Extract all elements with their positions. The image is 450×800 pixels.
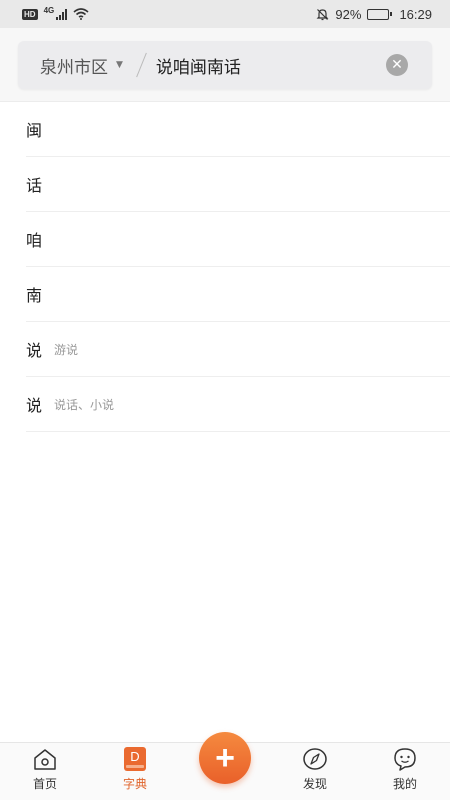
caret-down-icon: ▼	[116, 60, 123, 70]
tab-label: 字典	[122, 777, 147, 791]
battery-icon	[367, 8, 393, 20]
list-item[interactable]: 说 说话、小说	[26, 377, 450, 432]
result-char: 话	[26, 176, 43, 195]
region-selector[interactable]: 泉州市区 ▼	[18, 41, 123, 89]
list-item[interactable]: 闽	[26, 102, 450, 157]
result-char: 说	[26, 396, 43, 415]
status-right: 92% 16:29	[316, 7, 432, 22]
search-header: 泉州市区 ▼ 说咱闽南话 ✕	[0, 28, 450, 102]
result-char: 闽	[26, 121, 43, 140]
bell-off-icon	[316, 8, 329, 20]
list-item[interactable]: 咱	[26, 212, 450, 267]
home-icon	[34, 749, 56, 770]
tab-add[interactable]: +	[180, 732, 270, 800]
hd-badge: HD	[22, 8, 38, 20]
tab-home[interactable]: 首页	[0, 742, 90, 800]
face-icon	[394, 748, 416, 771]
tab-label: 发现	[302, 777, 327, 791]
result-char: 南	[26, 286, 43, 305]
clear-icon[interactable]: ✕	[386, 54, 408, 76]
result-char: 说	[26, 341, 43, 360]
result-char: 咱	[26, 231, 43, 250]
battery-percent: 92%	[335, 6, 362, 22]
compass-icon	[303, 748, 327, 770]
list-item[interactable]: 话	[26, 157, 450, 212]
tab-label: 我的	[392, 777, 417, 791]
list-item[interactable]: 南	[26, 267, 450, 322]
network-type: 4G	[43, 5, 55, 15]
clock: 16:29	[399, 6, 432, 22]
tab-dictionary[interactable]: D 字典	[90, 742, 180, 800]
result-hint: 说话、小说	[54, 397, 115, 412]
tab-mine[interactable]: 我的	[360, 742, 450, 800]
tab-label: 首页	[32, 777, 57, 791]
divider	[136, 52, 147, 78]
status-bar: HD 4G 92% 16:29	[0, 0, 450, 28]
bottom-tab-bar: 首页 D 字典 + 发现 我的	[0, 732, 450, 800]
dictionary-icon-letter: D	[130, 749, 140, 764]
result-hint: 游说	[54, 342, 79, 357]
search-box[interactable]: 泉州市区 ▼ 说咱闽南话 ✕	[18, 41, 432, 89]
search-input[interactable]: 说咱闽南话	[156, 53, 386, 78]
signal-icon	[56, 8, 68, 20]
wifi-icon	[73, 8, 89, 20]
region-label: 泉州市区	[40, 57, 108, 78]
tab-discover[interactable]: 发现	[270, 742, 360, 800]
dictionary-icon: D	[124, 747, 146, 771]
result-list: 闽 话 咱 南 说 游说 说 说话、小说	[0, 102, 450, 432]
status-left: HD 4G	[22, 5, 89, 20]
add-button[interactable]: +	[199, 732, 251, 784]
list-item[interactable]: 说 游说	[26, 322, 450, 377]
